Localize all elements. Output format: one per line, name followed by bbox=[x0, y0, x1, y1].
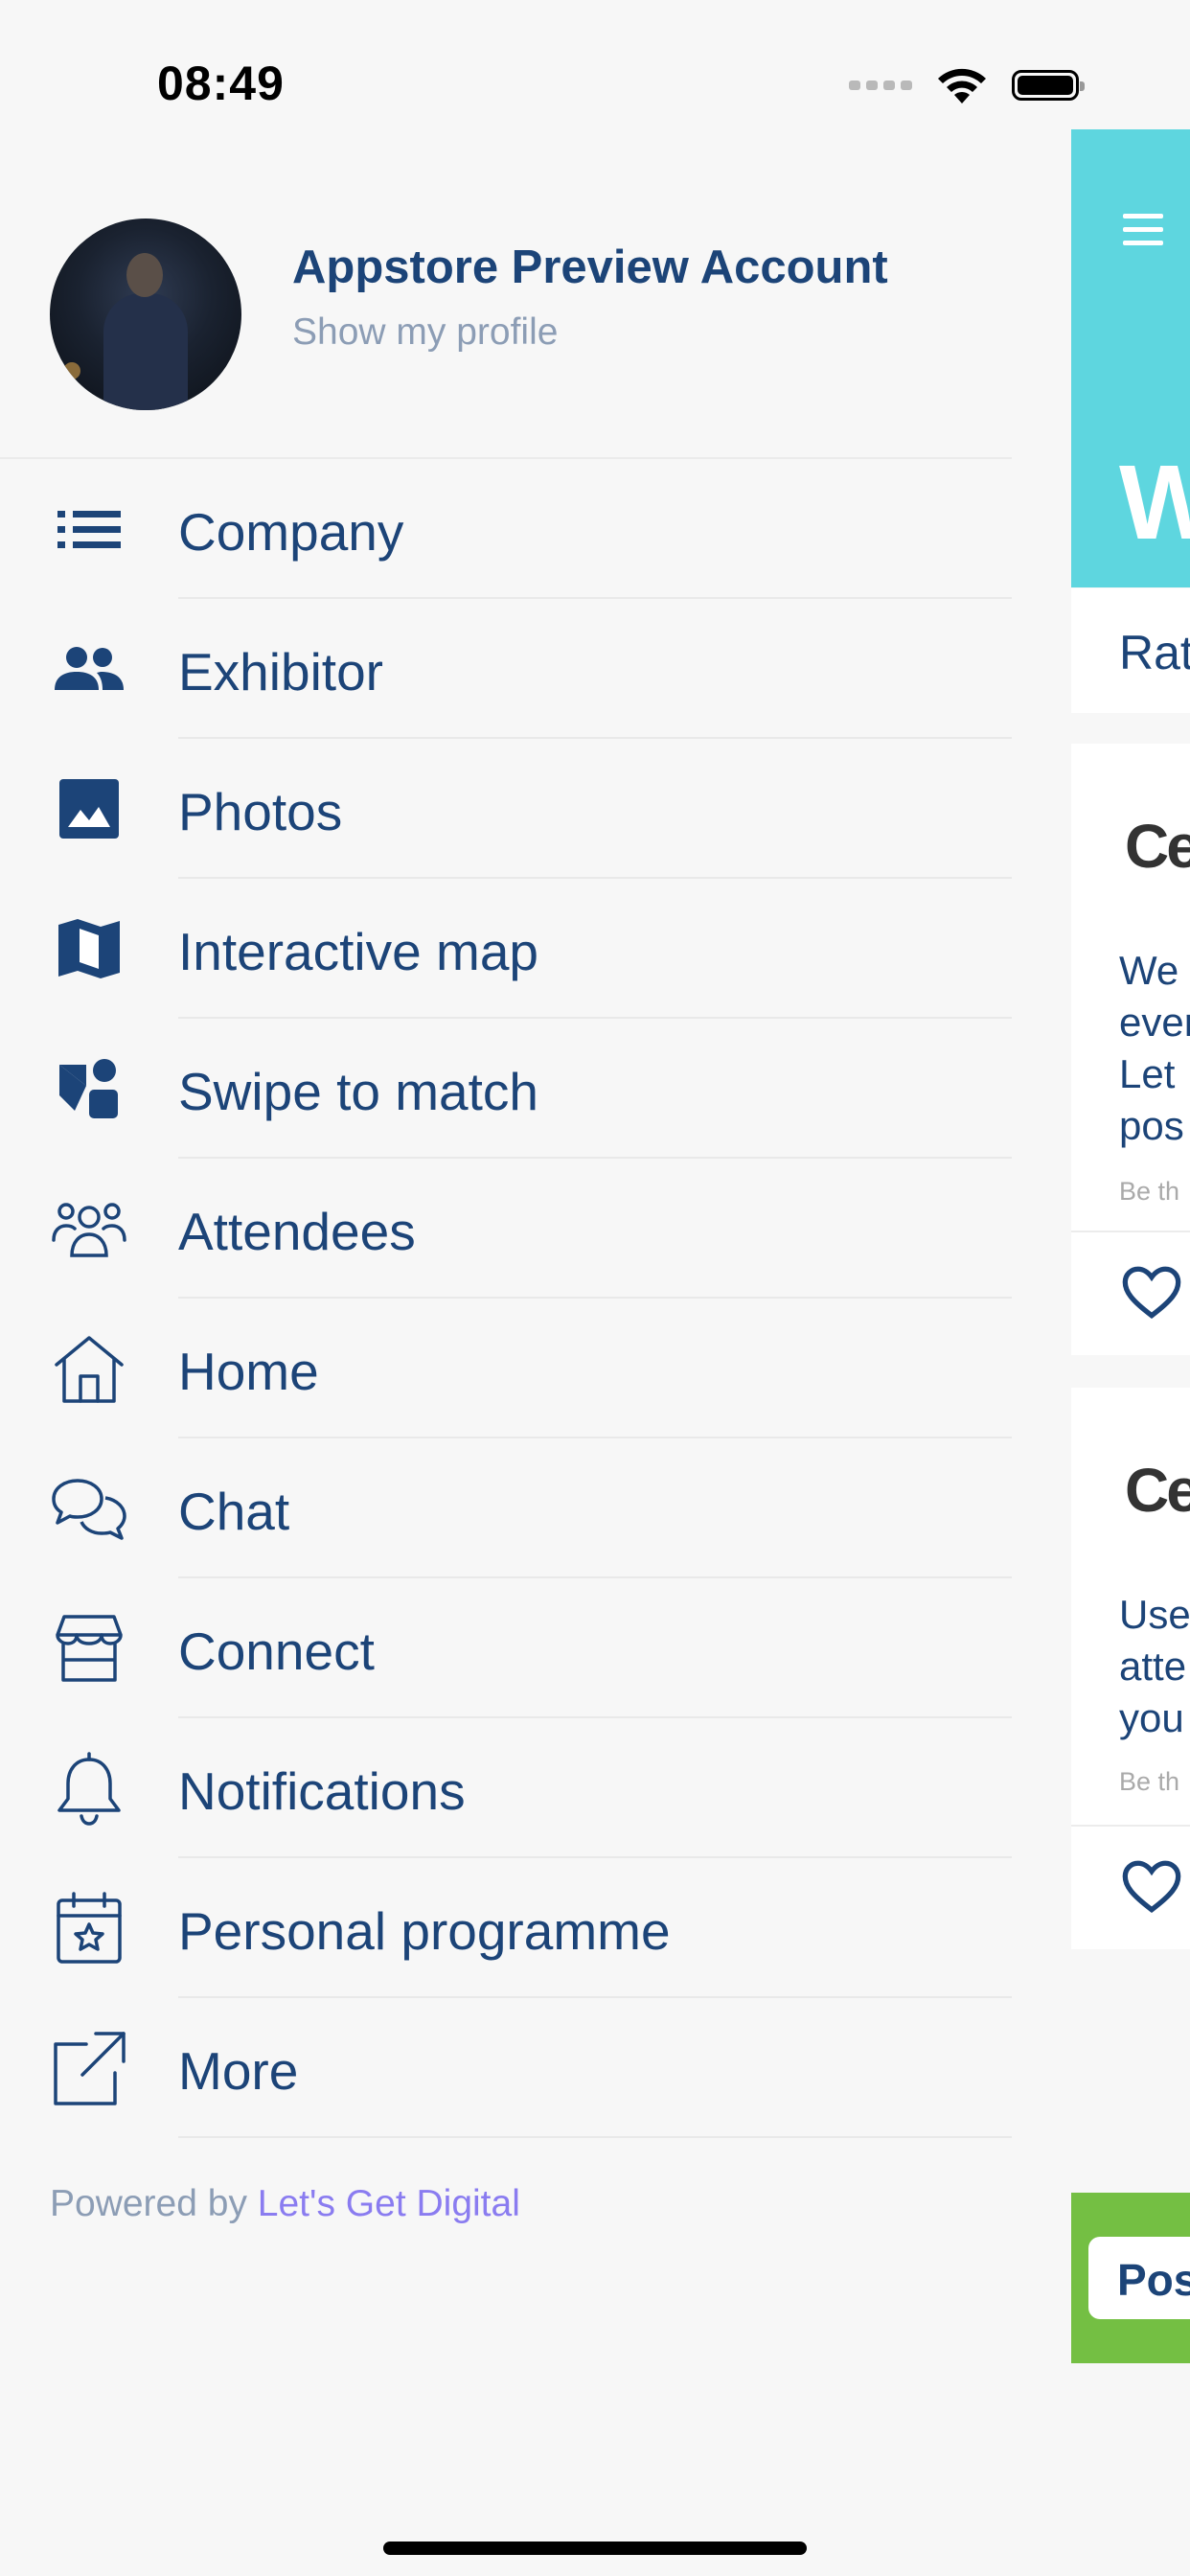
menu-item-home[interactable]: Home bbox=[0, 1299, 1012, 1438]
home-indicator[interactable] bbox=[383, 2542, 807, 2555]
menu-item-notifications[interactable]: Notifications bbox=[0, 1718, 1012, 1858]
battery-icon bbox=[1012, 70, 1085, 101]
background-title-fragment: W bbox=[1119, 444, 1190, 562]
attendees-icon bbox=[48, 1190, 130, 1267]
menu-item-connect[interactable]: Connect bbox=[0, 1578, 1012, 1718]
menu-item-label: Attendees bbox=[178, 1202, 416, 1261]
bell-icon bbox=[48, 1750, 130, 1827]
post-logo: Ce bbox=[1125, 1456, 1190, 1525]
navigation-drawer: Appstore Preview Account Show my profile… bbox=[0, 0, 1012, 2576]
map-icon bbox=[48, 910, 130, 987]
storefront-icon bbox=[48, 1610, 130, 1687]
drawer-menu: Company Exhibitor Photos Interactive map… bbox=[0, 459, 1012, 2138]
background-post-card: Ce Use atte you Be th bbox=[1071, 1388, 1190, 1949]
menu-item-label: Company bbox=[178, 502, 404, 562]
calendar-star-icon bbox=[48, 1890, 130, 1966]
external-link-icon bbox=[48, 2030, 130, 2106]
menu-item-exhibitor[interactable]: Exhibitor bbox=[0, 599, 1012, 739]
menu-item-label: Chat bbox=[178, 1482, 290, 1541]
background-rating-bar: Rat bbox=[1071, 588, 1190, 713]
show-profile-link[interactable]: Show my profile bbox=[292, 311, 558, 354]
menu-item-label: Swipe to match bbox=[178, 1062, 539, 1121]
card-divider bbox=[1071, 1825, 1190, 1827]
card-divider bbox=[1071, 1230, 1190, 1232]
home-icon bbox=[48, 1330, 130, 1407]
background-app-peek[interactable]: W Rat Ce We ever Let pos Be th Ce Use at… bbox=[1071, 0, 1190, 2576]
post-text-line: Let bbox=[1119, 1051, 1176, 1096]
heart-icon[interactable] bbox=[1121, 1859, 1182, 1915]
post-text-line: Use bbox=[1119, 1592, 1190, 1637]
heart-icon[interactable] bbox=[1121, 1265, 1182, 1321]
menu-item-more[interactable]: More bbox=[0, 1998, 1012, 2138]
chat-icon bbox=[48, 1470, 130, 1547]
profile-header[interactable]: Appstore Preview Account Show my profile bbox=[0, 216, 1012, 459]
menu-item-company[interactable]: Company bbox=[0, 459, 1012, 599]
post-meta: Be th bbox=[1119, 1177, 1180, 1206]
menu-item-photos[interactable]: Photos bbox=[0, 739, 1012, 879]
menu-item-label: Photos bbox=[178, 782, 343, 841]
background-post-card: Ce We ever Let pos Be th bbox=[1071, 744, 1190, 1355]
menu-item-label: Personal programme bbox=[178, 1901, 671, 1961]
powered-by: Powered by Let's Get Digital bbox=[50, 2183, 520, 2225]
post-text-line: you bbox=[1119, 1695, 1184, 1740]
post-button-label: Pos bbox=[1117, 2255, 1190, 2305]
menu-item-personal-programme[interactable]: Personal programme bbox=[0, 1858, 1012, 1998]
menu-item-label: More bbox=[178, 2041, 299, 2101]
post-logo: Ce bbox=[1125, 812, 1190, 881]
menu-item-swipe-to-match[interactable]: Swipe to match bbox=[0, 1019, 1012, 1159]
post-text-line: ever bbox=[1119, 1000, 1190, 1045]
menu-item-label: Home bbox=[178, 1342, 319, 1401]
powered-by-prefix: Powered by bbox=[50, 2183, 247, 2224]
post-text-line: We bbox=[1119, 948, 1179, 993]
post-meta: Be th bbox=[1119, 1767, 1180, 1796]
post-text-line: pos bbox=[1119, 1103, 1184, 1148]
menu-item-label: Notifications bbox=[178, 1761, 466, 1821]
post-bar: Pos bbox=[1071, 2193, 1190, 2363]
people-icon bbox=[48, 631, 130, 707]
shapes-icon bbox=[48, 1050, 130, 1127]
hamburger-menu-icon[interactable] bbox=[1123, 214, 1163, 254]
list-icon bbox=[48, 491, 130, 567]
divider bbox=[178, 2136, 1012, 2138]
avatar[interactable] bbox=[50, 218, 241, 410]
image-icon bbox=[48, 770, 130, 847]
menu-item-label: Connect bbox=[178, 1622, 375, 1681]
menu-item-chat[interactable]: Chat bbox=[0, 1438, 1012, 1578]
post-text-line: atte bbox=[1119, 1644, 1187, 1689]
menu-item-label: Interactive map bbox=[178, 922, 539, 981]
menu-item-label: Exhibitor bbox=[178, 642, 383, 702]
menu-item-interactive-map[interactable]: Interactive map bbox=[0, 879, 1012, 1019]
powered-by-link[interactable]: Let's Get Digital bbox=[258, 2183, 520, 2224]
profile-name[interactable]: Appstore Preview Account bbox=[292, 241, 888, 294]
background-rating-fragment: Rat bbox=[1119, 626, 1190, 679]
menu-item-attendees[interactable]: Attendees bbox=[0, 1159, 1012, 1299]
post-button[interactable]: Pos bbox=[1088, 2237, 1190, 2319]
